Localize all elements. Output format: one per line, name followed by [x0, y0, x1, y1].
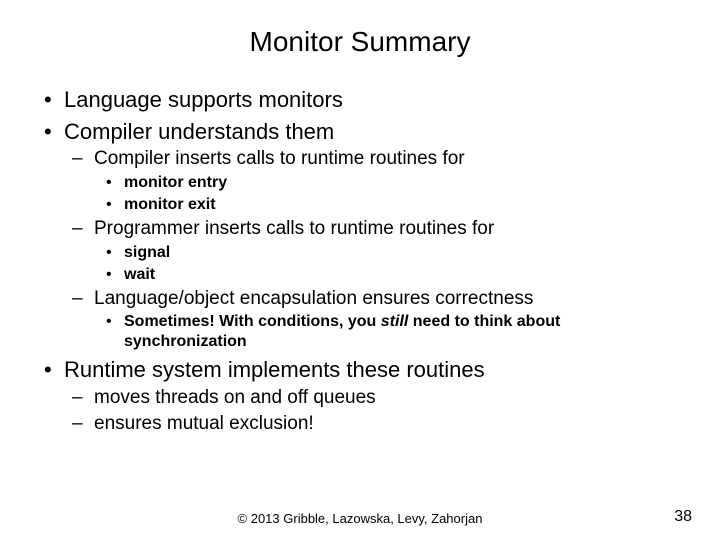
- bullet-l1: Compiler understands them Compiler inser…: [40, 118, 680, 353]
- bullet-l2: ensures mutual exclusion!: [64, 412, 680, 436]
- bullet-text: monitor exit: [124, 196, 216, 213]
- bullet-l3: monitor exit: [94, 195, 680, 215]
- bullet-l3: signal: [94, 243, 680, 263]
- bullet-text: wait: [124, 266, 155, 283]
- bullet-list-l2: moves threads on and off queues ensures …: [64, 386, 680, 436]
- bullet-l3: monitor entry: [94, 173, 680, 193]
- slide: Monitor Summary Language supports monito…: [0, 0, 720, 540]
- bullet-l2: Compiler inserts calls to runtime routin…: [64, 147, 680, 215]
- bullet-l1: Language supports monitors: [40, 86, 680, 114]
- slide-title: Monitor Summary: [40, 26, 680, 58]
- bullet-list-l3: signal wait: [94, 243, 680, 285]
- bullet-text-emph: still: [381, 313, 409, 330]
- bullet-text: Language supports monitors: [64, 87, 343, 112]
- bullet-text: ensures mutual exclusion!: [94, 413, 314, 434]
- bullet-text-part: Sometimes! With conditions, you: [124, 313, 381, 330]
- bullet-l1: Runtime system implements these routines…: [40, 356, 680, 435]
- bullet-list-l2: Compiler inserts calls to runtime routin…: [64, 147, 680, 352]
- bullet-text: Language/object encapsulation ensures co…: [94, 288, 533, 309]
- page-number: 38: [674, 508, 692, 526]
- footer-copyright: © 2013 Gribble, Lazowska, Levy, Zahorjan: [0, 511, 720, 526]
- bullet-text: Compiler understands them: [64, 119, 334, 144]
- bullet-l2: Programmer inserts calls to runtime rout…: [64, 217, 680, 285]
- bullet-list-l3: monitor entry monitor exit: [94, 173, 680, 215]
- bullet-text: signal: [124, 244, 170, 261]
- bullet-list-l3: Sometimes! With conditions, you still ne…: [94, 312, 680, 352]
- bullet-text: Runtime system implements these routines: [64, 357, 485, 382]
- bullet-l3: wait: [94, 265, 680, 285]
- bullet-text: Compiler inserts calls to runtime routin…: [94, 148, 465, 169]
- bullet-text: Programmer inserts calls to runtime rout…: [94, 218, 494, 239]
- bullet-l2: Language/object encapsulation ensures co…: [64, 287, 680, 353]
- bullet-text: moves threads on and off queues: [94, 387, 376, 408]
- bullet-l2: moves threads on and off queues: [64, 386, 680, 410]
- bullet-l3: Sometimes! With conditions, you still ne…: [94, 312, 680, 352]
- bullet-text: monitor entry: [124, 174, 227, 191]
- bullet-list-l1: Language supports monitors Compiler unde…: [40, 86, 680, 435]
